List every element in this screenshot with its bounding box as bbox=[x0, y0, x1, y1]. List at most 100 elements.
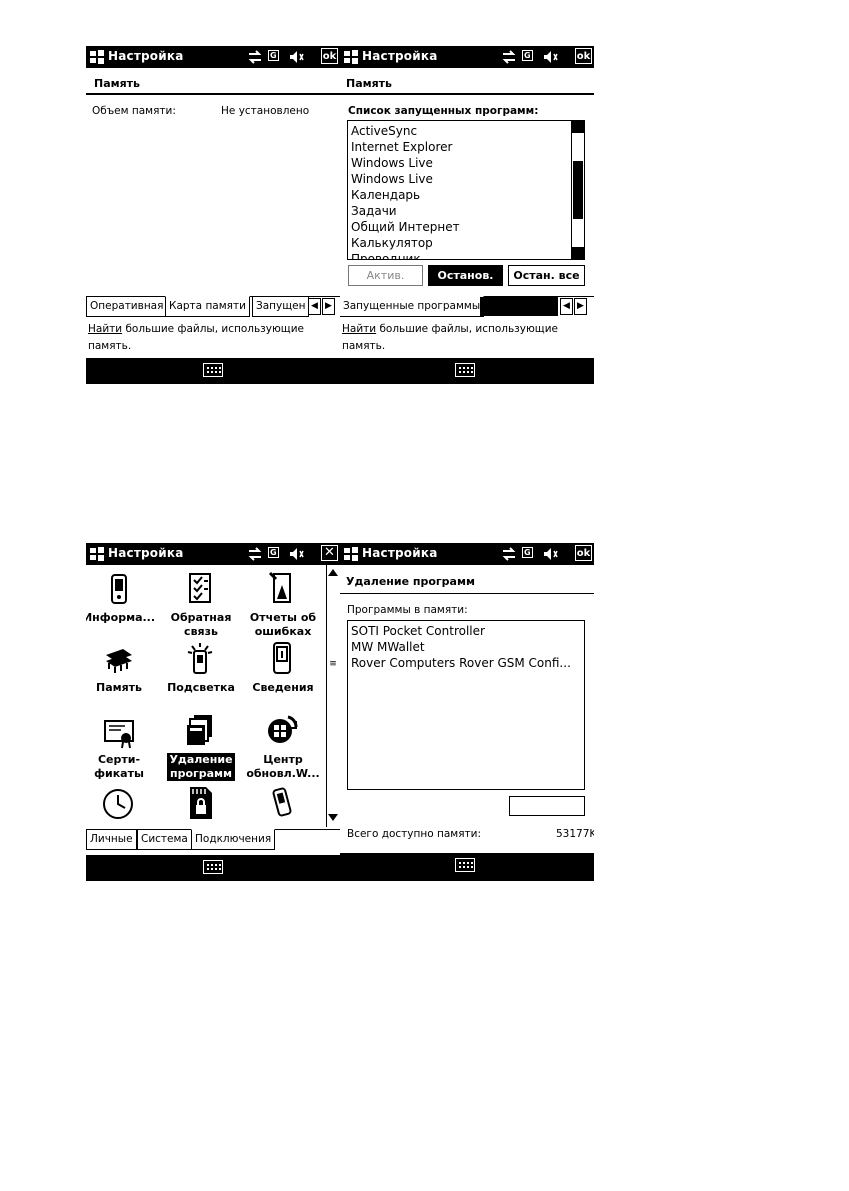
list-item[interactable]: Internet Explorer bbox=[348, 139, 584, 155]
tab-running-programs[interactable]: Запущенные программы bbox=[340, 296, 485, 317]
list-item[interactable]: SOTI Pocket Controller bbox=[348, 623, 584, 639]
tab-strip: Оперативная Карта памяти Запущен ◀ ▶ bbox=[86, 296, 340, 317]
icon-label-line: Память bbox=[95, 681, 142, 694]
ok-button[interactable]: ok bbox=[321, 48, 338, 64]
list-item[interactable]: MW MWallet bbox=[348, 639, 584, 655]
tab-connections[interactable]: Подключения bbox=[191, 829, 276, 850]
scroll-down-icon[interactable] bbox=[328, 814, 338, 821]
ok-button[interactable]: ok bbox=[575, 48, 592, 64]
icon-label-line: обновл.W... bbox=[246, 767, 320, 780]
title-bar: Настройка G ok bbox=[340, 543, 594, 565]
icon-label-error-reports[interactable]: Отчеты об ошибках bbox=[244, 611, 322, 639]
keyboard-icon[interactable] bbox=[203, 860, 223, 874]
icon-label-info[interactable]: Информа... bbox=[86, 611, 158, 625]
windows-start-icon[interactable] bbox=[89, 49, 105, 65]
clock-icon[interactable] bbox=[102, 787, 134, 821]
windows-start-icon[interactable] bbox=[89, 546, 105, 562]
icon-label-about[interactable]: Сведения bbox=[244, 681, 322, 695]
title-bar: Настройка G ok bbox=[86, 46, 340, 68]
installed-programs-list[interactable]: SOTI Pocket Controller MW MWallet Rover Co… bbox=[347, 620, 585, 790]
sync-icon[interactable] bbox=[502, 50, 516, 64]
signal-icon[interactable]: G bbox=[522, 48, 533, 61]
scroll-thumb[interactable]: ≡ bbox=[328, 659, 338, 669]
list-item[interactable]: Календарь bbox=[348, 187, 584, 203]
phone-info-icon[interactable] bbox=[103, 573, 135, 607]
windows-start-icon[interactable] bbox=[343, 49, 359, 65]
sync-icon[interactable] bbox=[248, 50, 262, 64]
ok-button[interactable]: ok bbox=[575, 545, 592, 561]
error-report-icon[interactable] bbox=[266, 571, 298, 605]
icon-label-line: Отчеты об bbox=[249, 611, 317, 624]
scroll-down-icon[interactable] bbox=[572, 247, 584, 259]
tab-left-arrow-icon[interactable]: ◀ bbox=[308, 298, 321, 315]
list-item[interactable]: ActiveSync bbox=[348, 123, 584, 139]
tab-scroll-arrows: ◀ ▶ bbox=[560, 297, 590, 316]
tab-left-arrow-icon[interactable]: ◀ bbox=[560, 298, 573, 315]
remove-programs-icon[interactable] bbox=[184, 713, 216, 747]
screen-memory-main: Настройка G ok Память Объем памяти: Не у… bbox=[86, 46, 340, 384]
storage-card-icon[interactable] bbox=[184, 785, 216, 819]
list-item[interactable]: Rover Computers Rover GSM Confi... bbox=[348, 655, 584, 671]
icon-label-line: связь bbox=[184, 625, 218, 638]
activate-button[interactable]: Актив. bbox=[348, 265, 423, 286]
volume-icon[interactable] bbox=[289, 547, 305, 561]
feedback-icon[interactable] bbox=[184, 571, 216, 605]
icon-label-certificates[interactable]: Серти-фикаты bbox=[86, 753, 158, 781]
scroll-up-icon[interactable] bbox=[328, 569, 338, 576]
signal-icon[interactable]: G bbox=[268, 48, 279, 61]
about-device-icon[interactable] bbox=[266, 641, 298, 675]
sync-icon[interactable] bbox=[248, 547, 262, 561]
tab-running[interactable]: Запущен bbox=[252, 296, 310, 317]
signal-icon[interactable]: G bbox=[268, 545, 279, 558]
volume-icon[interactable] bbox=[543, 547, 559, 561]
certificate-icon[interactable] bbox=[103, 715, 135, 749]
list-item[interactable]: Общий Интернет bbox=[348, 219, 584, 235]
volume-icon[interactable] bbox=[543, 50, 559, 64]
signal-icon[interactable]: G bbox=[522, 545, 533, 558]
find-link[interactable]: Найти bbox=[342, 323, 376, 335]
scroll-thumb[interactable] bbox=[573, 161, 583, 219]
backlight-icon[interactable] bbox=[184, 641, 216, 675]
tab-system[interactable]: Система bbox=[137, 829, 192, 850]
list-item[interactable]: Задачи bbox=[348, 203, 584, 219]
keyboard-icon[interactable] bbox=[203, 363, 223, 377]
icon-label-remove-programs[interactable]: Удаление программ bbox=[167, 753, 235, 781]
network-type-label: G bbox=[522, 547, 533, 558]
screen-settings-system: Настройка G ✕ Информа... Обратнаясвязь bbox=[86, 543, 340, 881]
find-link[interactable]: Найти bbox=[88, 323, 122, 335]
windows-start-icon[interactable] bbox=[343, 546, 359, 562]
icon-label-line: ошибках bbox=[254, 625, 312, 638]
running-programs-list[interactable]: ActiveSync Internet Explorer Windows Live W… bbox=[347, 120, 585, 260]
device-icon[interactable] bbox=[266, 785, 298, 819]
settings-icon-grid: Информа... Обратная связь Отчеты об ошибка… bbox=[86, 565, 326, 828]
icon-label-backlight[interactable]: Подсветка bbox=[162, 681, 240, 695]
close-icon[interactable]: ✕ bbox=[321, 545, 338, 561]
tab-personal[interactable]: Личные bbox=[86, 829, 137, 850]
windows-update-icon[interactable] bbox=[266, 713, 298, 747]
keyboard-icon[interactable] bbox=[455, 363, 475, 377]
stop-all-button[interactable]: Остан. все bbox=[508, 265, 585, 286]
grid-scrollbar[interactable]: ≡ bbox=[326, 565, 340, 827]
list-item[interactable]: Калькулятор bbox=[348, 235, 584, 251]
tab-memory-card[interactable]: Карта памяти bbox=[165, 296, 250, 317]
list-item[interactable]: Проводник bbox=[348, 251, 584, 259]
stop-button[interactable]: Останов. bbox=[428, 265, 503, 286]
icon-label-feedback[interactable]: Обратная связь bbox=[162, 611, 240, 639]
sync-icon[interactable] bbox=[502, 547, 516, 561]
tab-right-arrow-icon[interactable]: ▶ bbox=[574, 298, 587, 315]
icon-label-windows-update[interactable]: Центр обновл.W... bbox=[244, 753, 322, 781]
tab-ram[interactable]: Оперативная bbox=[86, 296, 168, 317]
keyboard-icon[interactable] bbox=[455, 858, 475, 872]
page-header: Удаление программ bbox=[346, 575, 475, 588]
memory-chip-icon[interactable] bbox=[103, 643, 135, 677]
list-item[interactable]: Windows Live bbox=[348, 155, 584, 171]
list-item[interactable]: Windows Live bbox=[348, 171, 584, 187]
scroll-up-icon[interactable] bbox=[572, 121, 584, 133]
remove-button[interactable] bbox=[509, 796, 585, 816]
find-text: большие файлы, использующие bbox=[122, 323, 304, 335]
icon-label-line: Информа... bbox=[86, 611, 156, 624]
tab-right-arrow-icon[interactable]: ▶ bbox=[322, 298, 335, 315]
volume-icon[interactable] bbox=[289, 50, 305, 64]
icon-label-memory[interactable]: Память bbox=[86, 681, 158, 695]
list-scrollbar[interactable] bbox=[571, 121, 584, 259]
